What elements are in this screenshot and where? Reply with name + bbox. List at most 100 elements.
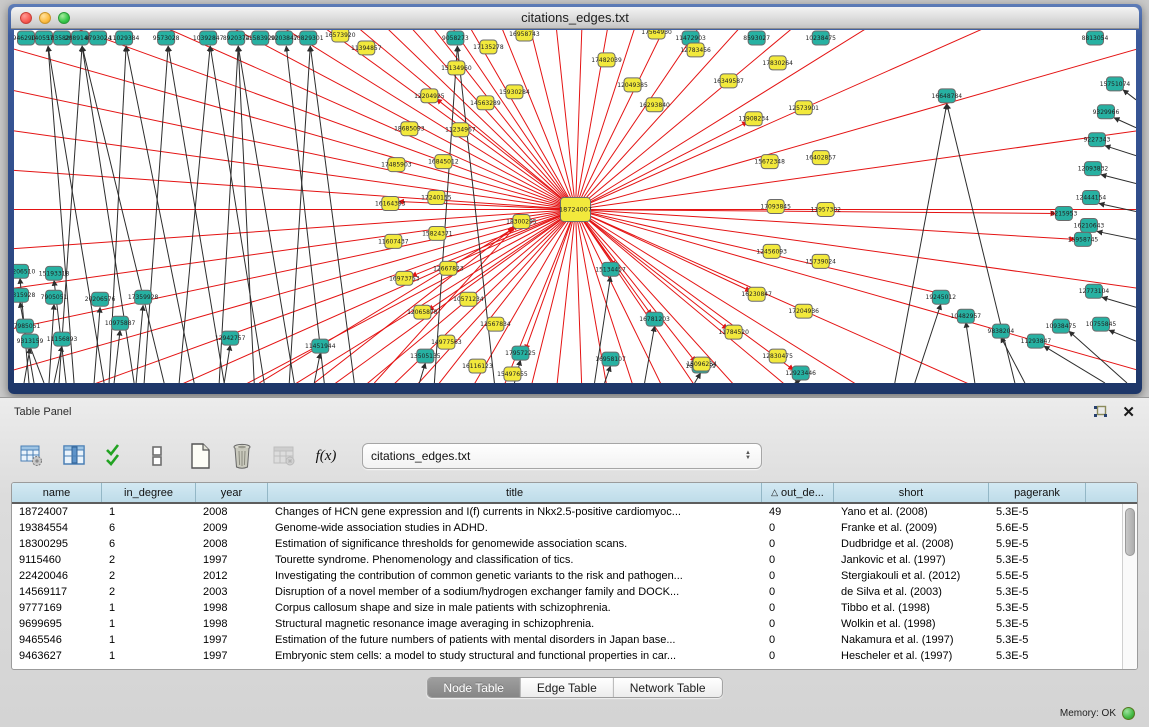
table-cell[interactable]: 0	[762, 584, 834, 600]
table-cell[interactable]: 6	[102, 536, 196, 552]
table-cell[interactable]: 0	[762, 536, 834, 552]
graph-node[interactable]: 19245012	[926, 290, 957, 304]
memory-ok-indicator[interactable]	[1122, 707, 1135, 720]
table-cell[interactable]: 49	[762, 504, 834, 520]
graph-node[interactable]: 16349587	[713, 74, 744, 88]
new-column-icon[interactable]	[186, 441, 214, 471]
scrollbar-thumb[interactable]	[1125, 508, 1135, 556]
float-panel-icon[interactable]	[1093, 405, 1108, 419]
graph-node[interactable]: 17985051	[14, 319, 40, 333]
graph-node[interactable]: 9329966	[1093, 105, 1120, 119]
table-cell[interactable]: Stergiakouli et al. (2012)	[834, 568, 989, 584]
table-cell[interactable]: Nakamura et al. (1997)	[834, 632, 989, 648]
graph-node[interactable]: 17957225	[505, 346, 536, 360]
delete-table-icon[interactable]	[270, 441, 298, 471]
table-cell[interactable]: 2	[102, 584, 196, 600]
table-cell[interactable]: de Silva et al. (2003)	[834, 584, 989, 600]
table-cell[interactable]: Disruption of a novel member of a sodium…	[268, 584, 762, 600]
graph-node[interactable]: 16958107	[595, 352, 626, 366]
table-cell[interactable]: Tourette syndrome. Phenomenology and cla…	[268, 552, 762, 568]
table-cell[interactable]: 1997	[196, 632, 268, 648]
graph-node[interactable]: 10482957	[951, 309, 982, 323]
graph-node[interactable]: 12667823	[433, 261, 464, 275]
graph-node[interactable]: 16973753	[389, 271, 420, 285]
column-header-year[interactable]: year	[196, 483, 268, 502]
unselect-all-columns-icon[interactable]	[144, 441, 172, 471]
table-cell[interactable]: 5.5E-5	[989, 568, 1086, 584]
graph-node[interactable]: 9838204	[988, 324, 1015, 338]
close-panel-icon[interactable]: ✕	[1122, 405, 1135, 420]
table-cell[interactable]: Wolkin et al. (1998)	[834, 616, 989, 632]
table-cell[interactable]: 2012	[196, 568, 268, 584]
table-cell[interactable]: Tibbo et al. (1998)	[834, 600, 989, 616]
table-cell[interactable]: 1998	[196, 600, 268, 616]
table-row[interactable]: 969969511998Structural magnetic resonanc…	[12, 616, 1122, 632]
table-cell[interactable]: 5.6E-5	[989, 520, 1086, 536]
graph-node[interactable]: 10829301	[293, 31, 324, 45]
table-mode-icon[interactable]	[18, 441, 46, 471]
show-columns-icon[interactable]	[60, 441, 88, 471]
tab-node-table[interactable]: Node Table	[427, 678, 521, 697]
graph-node[interactable]: 15751074	[1100, 77, 1131, 91]
table-cell[interactable]: 5.3E-5	[989, 552, 1086, 568]
table-cell[interactable]: 22420046	[12, 568, 102, 584]
graph-node[interactable]: 8593027	[743, 31, 770, 45]
table-row[interactable]: 1872400712008Changes of HCN gene express…	[12, 504, 1122, 520]
table-cell[interactable]: 2008	[196, 536, 268, 552]
graph-node[interactable]: 15134960	[441, 61, 472, 75]
table-header-row[interactable]: namein_degreeyeartitle△out_de...shortpag…	[12, 483, 1137, 504]
table-cell[interactable]: 5.3E-5	[989, 584, 1086, 600]
column-header-out_de[interactable]: △out_de...	[762, 483, 834, 502]
table-row[interactable]: 2242004622012Investigating the contribut…	[12, 568, 1122, 584]
table-cell[interactable]: 0	[762, 568, 834, 584]
table-cell[interactable]: 1	[102, 504, 196, 520]
graph-node[interactable]: 12444154	[1076, 191, 1107, 205]
graph-node[interactable]: 7905051	[41, 290, 68, 304]
graph-node[interactable]: 11315928	[14, 288, 35, 302]
table-cell[interactable]: Hescheler et al. (1997)	[834, 648, 989, 664]
table-cell[interactable]: 5.3E-5	[989, 648, 1086, 664]
function-builder-icon[interactable]: f(x)	[312, 441, 340, 471]
graph-node[interactable]: 10938475	[1046, 319, 1077, 333]
table-cell[interactable]: Jankovic et al. (1997)	[834, 552, 989, 568]
graph-node[interactable]: 17564930	[641, 30, 672, 39]
graph-node[interactable]: 12942757	[215, 331, 246, 345]
graph-node[interactable]: 10238475	[805, 31, 836, 45]
graph-node[interactable]: 12049385	[617, 78, 648, 92]
graph-node[interactable]: 18300295	[506, 214, 537, 228]
graph-node[interactable]: 11957302	[810, 203, 841, 217]
table-cell[interactable]: 2	[102, 568, 196, 584]
table-cell[interactable]: Structural magnetic resonance image aver…	[268, 616, 762, 632]
table-cell[interactable]: Franke et al. (2009)	[834, 520, 989, 536]
table-selector-dropdown[interactable]: citations_edges.txt ▲▼	[362, 443, 762, 469]
graph-node[interactable]: 10392847	[193, 31, 224, 45]
graph-node[interactable]: 9313159	[17, 334, 44, 348]
table-cell[interactable]: Investigating the contribution of common…	[268, 568, 762, 584]
graph-node[interactable]: 9573028	[153, 31, 180, 45]
table-cell[interactable]: 1997	[196, 552, 268, 568]
table-cell[interactable]: Corpus callosum shape and size in male p…	[268, 600, 762, 616]
table-cell[interactable]: Genome-wide association studies in ADHD.	[268, 520, 762, 536]
table-cell[interactable]: 9463627	[12, 648, 102, 664]
graph-node[interactable]: 16958743	[509, 30, 540, 41]
table-cell[interactable]: 2009	[196, 520, 268, 536]
table-cell[interactable]: 9777169	[12, 600, 102, 616]
table-cell[interactable]: 9699695	[12, 616, 102, 632]
network-window-titlebar[interactable]: citations_edges.txt	[11, 7, 1139, 29]
table-cell[interactable]: Changes of HCN gene expression and I(f) …	[268, 504, 762, 520]
table-cell[interactable]: 18724007	[12, 504, 102, 520]
graph-node[interactable]: 16116123	[462, 359, 493, 373]
citation-graph[interactable]: 9462901140557210358293208914068793024110…	[14, 30, 1136, 383]
table-cell[interactable]: Dudbridge et al. (2008)	[834, 536, 989, 552]
table-cell[interactable]: 0	[762, 632, 834, 648]
graph-node[interactable]: 17359928	[128, 290, 159, 304]
tab-network-table[interactable]: Network Table	[614, 678, 722, 697]
table-cell[interactable]: 5.9E-5	[989, 536, 1086, 552]
table-cell[interactable]: 9115460	[12, 552, 102, 568]
graph-node[interactable]: 16402857	[805, 151, 836, 165]
graph-node[interactable]: 16845012	[428, 155, 459, 169]
graph-node[interactable]: 11029384	[109, 31, 140, 45]
table-cell[interactable]: 9465546	[12, 632, 102, 648]
table-cell[interactable]: 5.3E-5	[989, 600, 1086, 616]
select-all-columns-icon[interactable]	[102, 441, 130, 471]
